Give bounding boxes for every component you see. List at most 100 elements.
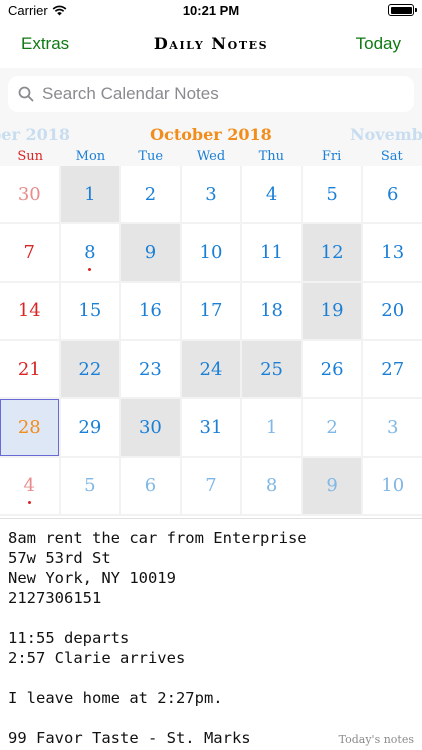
day-number: 23 — [138, 358, 162, 380]
notes-label: Today's notes — [338, 733, 414, 746]
calendar-day[interactable]: 9 — [302, 457, 362, 514]
day-number: 1 — [265, 416, 278, 438]
day-number: 15 — [78, 300, 102, 322]
calendar-day[interactable]: 1 — [60, 166, 120, 223]
calendar-day[interactable]: 29 — [60, 399, 120, 456]
notes-text[interactable]: 8am rent the car from Enterprise 57w 53r… — [8, 528, 307, 748]
weekday-label: Sun — [17, 149, 43, 164]
status-time: 10:21 PM — [182, 3, 240, 18]
weekday-label: Wed — [196, 149, 226, 164]
calendar-day[interactable]: 4 — [0, 457, 59, 514]
calendar-day[interactable]: 31 — [181, 399, 241, 456]
search-input[interactable] — [42, 84, 382, 104]
day-number: 2 — [144, 183, 157, 205]
calendar-day[interactable]: 22 — [60, 340, 120, 398]
today-button[interactable]: Today — [356, 34, 401, 54]
battery-fill — [390, 6, 412, 14]
weekday-label: Sat — [380, 149, 403, 164]
note-indicator-dot — [88, 267, 92, 271]
day-number: 18 — [260, 300, 284, 322]
calendar-day[interactable]: 20 — [363, 282, 422, 339]
calendar-day[interactable]: 3 — [181, 166, 241, 223]
day-number: 12 — [320, 241, 344, 263]
calendar-day[interactable]: 15 — [60, 282, 120, 339]
day-number: 8 — [265, 475, 278, 497]
day-number: 20 — [381, 300, 405, 322]
day-number: 24 — [199, 358, 223, 380]
calendar-day[interactable]: 18 — [242, 282, 301, 339]
weekday-label: Thu — [258, 149, 284, 164]
day-number: 9 — [326, 475, 338, 497]
day-number: 26 — [320, 358, 344, 380]
calendar-day[interactable]: 19 — [302, 282, 362, 339]
day-number: 2 — [326, 416, 338, 438]
calendar-day[interactable]: 26 — [302, 340, 362, 398]
calendar-day[interactable]: 4 — [242, 166, 301, 223]
calendar-day[interactable]: 12 — [302, 224, 362, 281]
weekday-label: Mon — [75, 149, 106, 164]
calendar-day[interactable]: 5 — [60, 457, 120, 514]
calendar-day[interactable]: 10 — [181, 224, 241, 281]
day-number: 13 — [381, 241, 405, 263]
weekday-label: Fri — [321, 149, 342, 164]
calendar-day[interactable]: 3 — [363, 399, 422, 456]
day-number: 27 — [381, 358, 405, 380]
note-indicator-dot — [27, 500, 31, 504]
calendar-day[interactable]: 21 — [0, 340, 59, 398]
status-right — [388, 4, 417, 16]
day-number: 10 — [199, 241, 223, 263]
day-number: 16 — [138, 300, 162, 322]
day-number: 6 — [386, 183, 399, 205]
battery-icon — [388, 4, 417, 16]
day-number: 4 — [265, 183, 278, 205]
calendar-day[interactable]: 8 — [60, 224, 120, 281]
calendar-day[interactable]: 23 — [121, 340, 180, 398]
calendar-day[interactable]: 13 — [363, 224, 422, 281]
calendar-day[interactable]: 25 — [242, 340, 301, 398]
calendar-day[interactable]: 6 — [121, 457, 180, 514]
battery-cap — [415, 8, 417, 12]
day-number: 31 — [199, 416, 223, 438]
weekday-label: Tue — [138, 149, 164, 164]
calendar-day[interactable]: 30 — [0, 166, 59, 223]
day-number: 21 — [17, 358, 41, 380]
weekday-header: Sun Mon Tue Wed Thu Fri Sat — [0, 146, 422, 166]
calendar-day[interactable]: 24 — [181, 340, 241, 398]
notes-panel[interactable]: 8am rent the car from Enterprise 57w 53r… — [0, 518, 422, 750]
day-number: 28 — [17, 416, 41, 438]
calendar-day[interactable]: 6 — [363, 166, 422, 223]
calendar-day[interactable]: 8 — [242, 457, 301, 514]
status-bar: Carrier 10:21 PM — [0, 0, 422, 24]
calendar-day[interactable]: 7 — [0, 224, 59, 281]
calendar-day[interactable]: 9 — [121, 224, 180, 281]
day-number: 25 — [260, 358, 284, 380]
day-number: 1 — [84, 183, 96, 205]
calendar-grid: 30 1 2 3 4 5 6 7 8 9 10 11 12 13 14 15 16 17 18 19 20 21 22 23 2… — [0, 166, 422, 516]
calendar-day[interactable]: 27 — [363, 340, 422, 398]
day-number: 8 — [84, 241, 96, 263]
day-number: 7 — [205, 475, 217, 497]
day-number: 29 — [78, 416, 102, 438]
calendar-day[interactable]: 16 — [121, 282, 180, 339]
calendar-day[interactable]: 17 — [181, 282, 241, 339]
day-number: 3 — [205, 183, 217, 205]
calendar-day[interactable]: 7 — [181, 457, 241, 514]
day-number: 19 — [320, 300, 344, 322]
calendar-day[interactable]: 1 — [242, 399, 301, 456]
day-number: 4 — [23, 475, 35, 497]
calendar-day[interactable]: 14 — [0, 282, 59, 339]
calendar-day[interactable]: 10 — [363, 457, 422, 514]
next-month-label[interactable]: November 2018 — [350, 125, 422, 144]
day-number: 17 — [199, 300, 223, 322]
nav-bar: Extras Daily Notes Today — [0, 24, 422, 68]
day-number: 30 — [17, 183, 41, 205]
calendar-day-today[interactable]: 28 — [0, 399, 59, 456]
calendar-day[interactable]: 2 — [121, 166, 180, 223]
calendar-day[interactable]: 30 — [121, 399, 180, 456]
search-box[interactable] — [8, 76, 414, 112]
day-number: 9 — [144, 241, 157, 263]
calendar-day[interactable]: 2 — [302, 399, 362, 456]
calendar-day[interactable]: 11 — [242, 224, 301, 281]
day-number: 30 — [138, 416, 162, 438]
calendar-day[interactable]: 5 — [302, 166, 362, 223]
